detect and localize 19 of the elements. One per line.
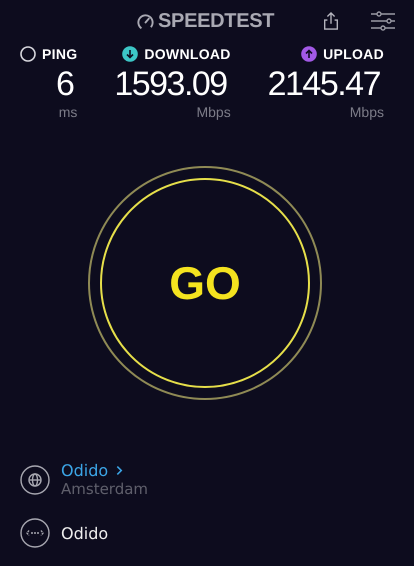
share-icon[interactable] — [322, 11, 340, 31]
connection-name: Odido — [61, 524, 108, 542]
metric-label: PING — [42, 46, 78, 62]
globe-icon — [20, 464, 50, 494]
metric-unit: ms — [58, 104, 78, 120]
metric-label: UPLOAD — [323, 46, 384, 62]
metric-unit: Mbps — [196, 104, 231, 120]
speedtest-logo: SPEEDTEST — [136, 10, 274, 32]
go-button[interactable]: GO — [135, 253, 275, 313]
settings-icon[interactable] — [370, 10, 396, 32]
metric-value: 6 — [56, 64, 74, 104]
metric-label: DOWNLOAD — [144, 46, 231, 62]
chevron-icon[interactable] — [116, 465, 124, 476]
metric-value: 2145.47 — [268, 64, 380, 104]
provider-link[interactable]: Odido — [61, 461, 108, 480]
metric-unit: Mbps — [350, 104, 384, 120]
metric-value: 1593.09 — [114, 64, 227, 104]
server-location: Amsterdam — [61, 480, 148, 498]
connection-icon — [20, 518, 50, 548]
